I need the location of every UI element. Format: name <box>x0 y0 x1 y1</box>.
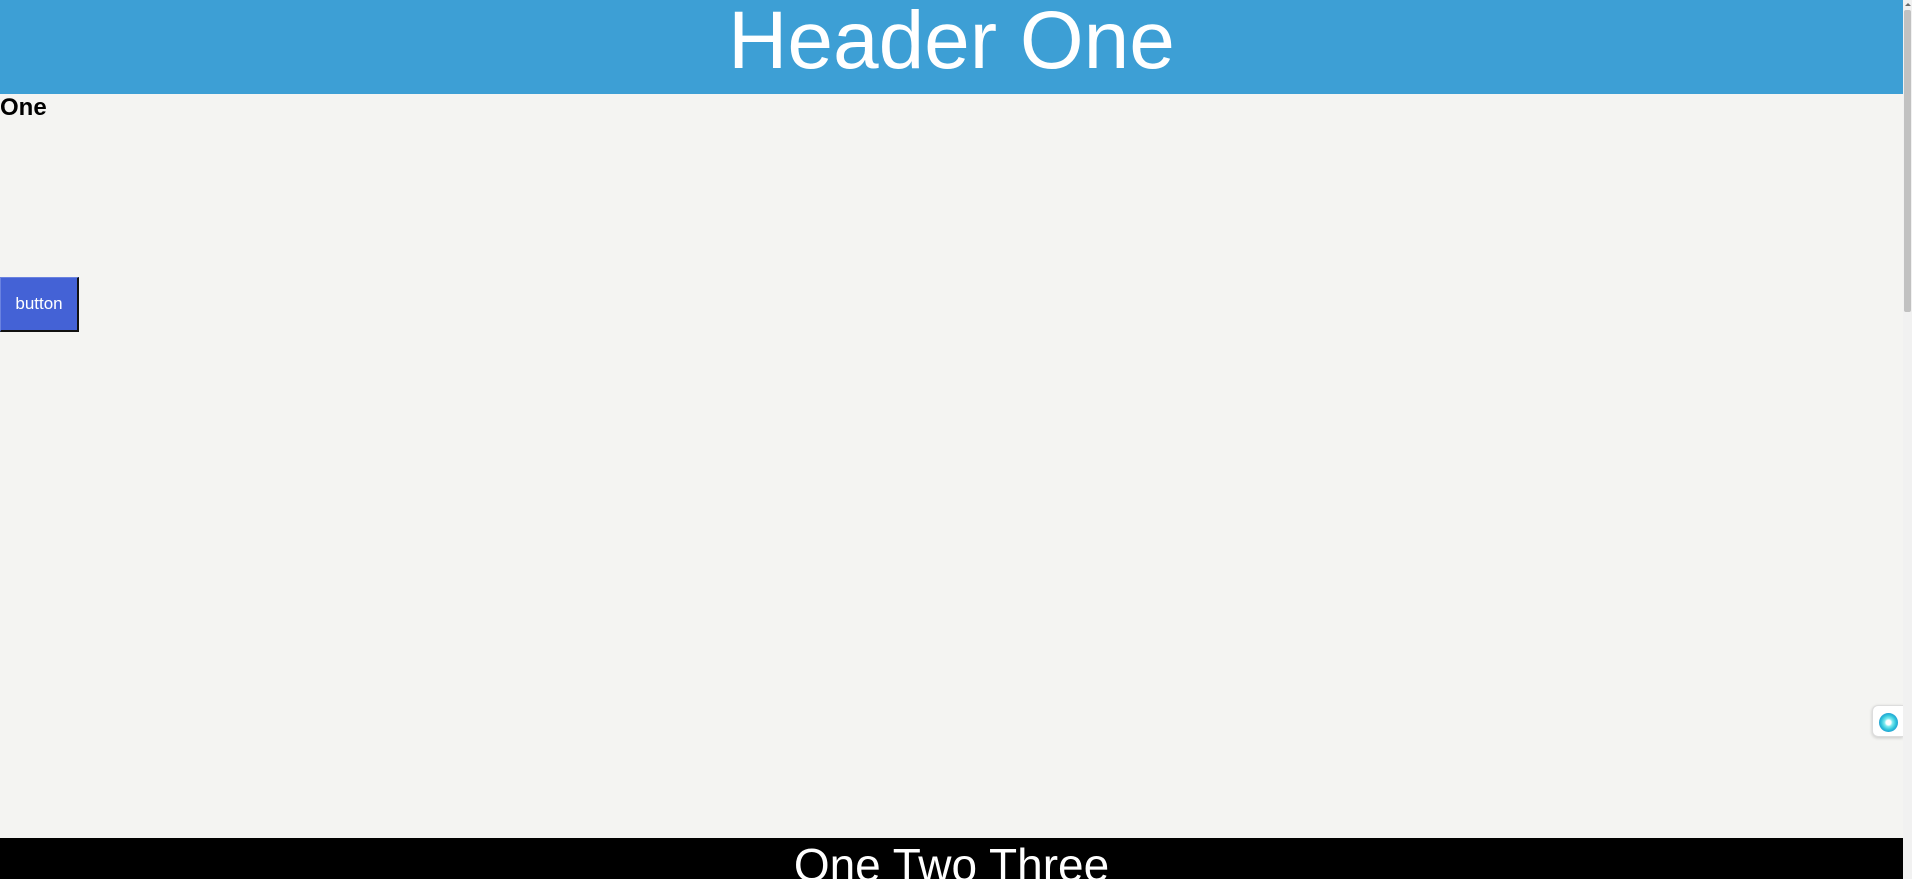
page-footer: One Two Three <box>0 838 1903 879</box>
assistant-orb-icon <box>1879 713 1898 732</box>
floating-assistant-button[interactable] <box>1872 705 1903 737</box>
main-button[interactable]: button <box>0 277 79 332</box>
section-heading: One <box>0 94 47 121</box>
header-title: Header One <box>728 0 1175 86</box>
scrollbar-thumb[interactable] <box>1904 10 1911 312</box>
footer-text: One Two Three <box>793 839 1110 879</box>
scroll-up-arrow-icon[interactable] <box>1903 0 1912 9</box>
vertical-scrollbar[interactable] <box>1903 0 1912 879</box>
page-header: Header One <box>0 0 1903 94</box>
